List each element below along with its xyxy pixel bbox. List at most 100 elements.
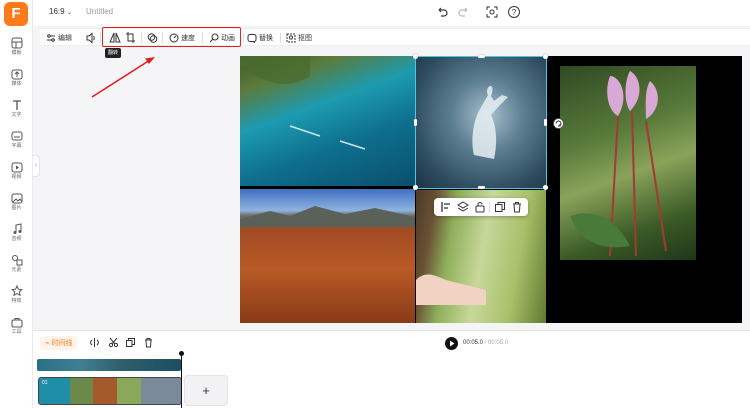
sidebar-item-label: 文字 bbox=[11, 112, 22, 118]
aerial-lagoon-image[interactable] bbox=[240, 56, 415, 186]
flip-tooltip: 翻转 bbox=[105, 48, 122, 58]
timeline-toggle-button[interactable]: ⌁ 时间线 bbox=[40, 336, 78, 350]
redo-icon[interactable] bbox=[457, 5, 471, 19]
sidebar-item-images[interactable]: 图片 bbox=[0, 189, 33, 219]
pink-flowers-image[interactable] bbox=[560, 66, 696, 260]
context-bar-divider bbox=[489, 202, 490, 212]
effects-icon bbox=[10, 284, 23, 297]
sliders-icon bbox=[47, 34, 55, 42]
subtitle-icon bbox=[11, 131, 22, 141]
align-icon[interactable] bbox=[440, 201, 452, 213]
rotate-icon[interactable] bbox=[553, 118, 564, 129]
sidebar-item-label: 工具 bbox=[11, 329, 22, 335]
replace-button[interactable]: 替换 bbox=[247, 31, 273, 45]
play-button[interactable] bbox=[445, 337, 458, 350]
element-context-bar bbox=[434, 198, 528, 216]
replace-label: 替换 bbox=[259, 34, 273, 42]
edit-label: 编辑 bbox=[58, 34, 72, 42]
sidebar-item-tools[interactable]: 工具 bbox=[0, 313, 33, 343]
music-icon bbox=[13, 223, 21, 234]
playhead[interactable] bbox=[181, 353, 182, 408]
svg-text:?: ? bbox=[512, 8, 517, 17]
resize-handle[interactable] bbox=[414, 119, 417, 126]
replace-icon bbox=[247, 34, 257, 43]
time-display: 00:05.0 / 00:05.0 bbox=[463, 340, 508, 346]
total-time: 00:05.0 bbox=[488, 340, 509, 346]
mountain-ridge-decoration bbox=[240, 206, 415, 227]
document-title[interactable]: Untitled bbox=[86, 7, 113, 16]
top-bar: 16:9 ⌄ Untitled ? bbox=[33, 0, 750, 26]
resize-handle[interactable] bbox=[478, 55, 485, 58]
delete-icon[interactable] bbox=[143, 337, 154, 348]
sidebar-item-label: 音频 bbox=[11, 236, 22, 242]
time-separator: / bbox=[484, 340, 487, 346]
aspect-ratio-value: 16:9 bbox=[49, 7, 65, 16]
video-icon bbox=[11, 162, 22, 173]
layers-icon[interactable] bbox=[457, 201, 469, 213]
add-clip-button[interactable]: + bbox=[184, 375, 228, 406]
sidebar-item-label: 视频 bbox=[11, 174, 22, 180]
boat-wake-decoration bbox=[240, 56, 366, 150]
resize-handle[interactable] bbox=[543, 185, 548, 190]
resize-handle[interactable] bbox=[544, 119, 547, 126]
sidebar-item-label: 特效 bbox=[11, 298, 22, 304]
toolbar-divider bbox=[100, 33, 101, 43]
autumn-forest-image[interactable] bbox=[240, 189, 415, 323]
toolbar-divider bbox=[243, 33, 244, 43]
undo-icon[interactable] bbox=[435, 5, 449, 19]
scissors-icon[interactable] bbox=[108, 337, 119, 348]
sidebar-item-label: 图片 bbox=[11, 205, 22, 211]
elements-icon bbox=[11, 255, 22, 266]
sidebar-item-subtitles[interactable]: 字幕 bbox=[0, 127, 33, 157]
help-icon[interactable]: ? bbox=[507, 5, 521, 19]
play-icon bbox=[450, 340, 455, 347]
sidebar-item-video[interactable]: 视频 bbox=[0, 158, 33, 188]
video-clip-track[interactable]: 01 bbox=[38, 377, 182, 405]
resize-handle[interactable] bbox=[413, 54, 418, 59]
current-time: 00:05.0 bbox=[463, 340, 484, 346]
sidebar-item-audio[interactable]: 音频 bbox=[0, 220, 33, 250]
image-icon bbox=[11, 193, 22, 204]
selection-frame[interactable] bbox=[413, 54, 548, 190]
resize-handle[interactable] bbox=[413, 185, 418, 190]
layout-icon bbox=[11, 37, 22, 49]
toolbox-icon bbox=[11, 318, 22, 328]
aspect-ratio-dropdown[interactable]: 16:9 ⌄ bbox=[49, 7, 72, 16]
cutout-label: 抠图 bbox=[298, 34, 312, 42]
left-sidebar: F 模板 媒体 文字 字幕 视频 图片 音频 元素 特效 工具 bbox=[0, 0, 33, 408]
sidebar-item-label: 字幕 bbox=[11, 143, 22, 149]
duplicate-icon[interactable] bbox=[494, 201, 506, 213]
upload-icon bbox=[11, 69, 22, 80]
lock-icon[interactable] bbox=[474, 201, 486, 213]
flower-petals-decoration bbox=[570, 71, 667, 257]
sidebar-item-elements[interactable]: 元素 bbox=[0, 251, 33, 281]
highlight-box bbox=[102, 27, 241, 47]
text-icon bbox=[12, 100, 21, 110]
sidebar-item-label: 模板 bbox=[11, 50, 22, 56]
timeline-overview-strip[interactable] bbox=[37, 359, 181, 371]
toolbar-divider bbox=[280, 33, 281, 43]
chevron-down-icon: ⌄ bbox=[66, 10, 72, 16]
cutout-icon bbox=[286, 33, 296, 43]
split-icon[interactable] bbox=[89, 337, 100, 348]
resize-handle[interactable] bbox=[543, 54, 548, 59]
volume-icon[interactable] bbox=[86, 31, 96, 45]
sidebar-item-effects[interactable]: 特效 bbox=[0, 282, 33, 312]
timeline-label: 时间线 bbox=[51, 339, 73, 347]
cutout-button[interactable]: 抠图 bbox=[286, 31, 312, 45]
sidebar-item-templates[interactable]: 模板 bbox=[0, 34, 33, 64]
trash-icon[interactable] bbox=[511, 201, 523, 213]
resize-handle[interactable] bbox=[478, 186, 485, 189]
sidebar-item-media[interactable]: 媒体 bbox=[0, 65, 33, 95]
screenshot-icon[interactable] bbox=[485, 5, 499, 19]
sidebar-item-text[interactable]: 文字 bbox=[0, 96, 33, 126]
sidebar-item-label: 元素 bbox=[11, 267, 22, 273]
timeline-panel: ⌁ 时间线 00:05.0 / 00:05.0 01 + bbox=[33, 330, 750, 408]
edit-button[interactable]: 编辑 bbox=[46, 31, 72, 45]
clip-index: 01 bbox=[42, 380, 48, 386]
copy-icon[interactable] bbox=[125, 337, 136, 348]
sidebar-item-label: 媒体 bbox=[11, 81, 22, 87]
sidebar-collapse-handle[interactable]: › bbox=[33, 155, 40, 177]
app-logo[interactable]: F bbox=[4, 2, 28, 26]
timeline-icon: ⌁ bbox=[45, 339, 50, 347]
